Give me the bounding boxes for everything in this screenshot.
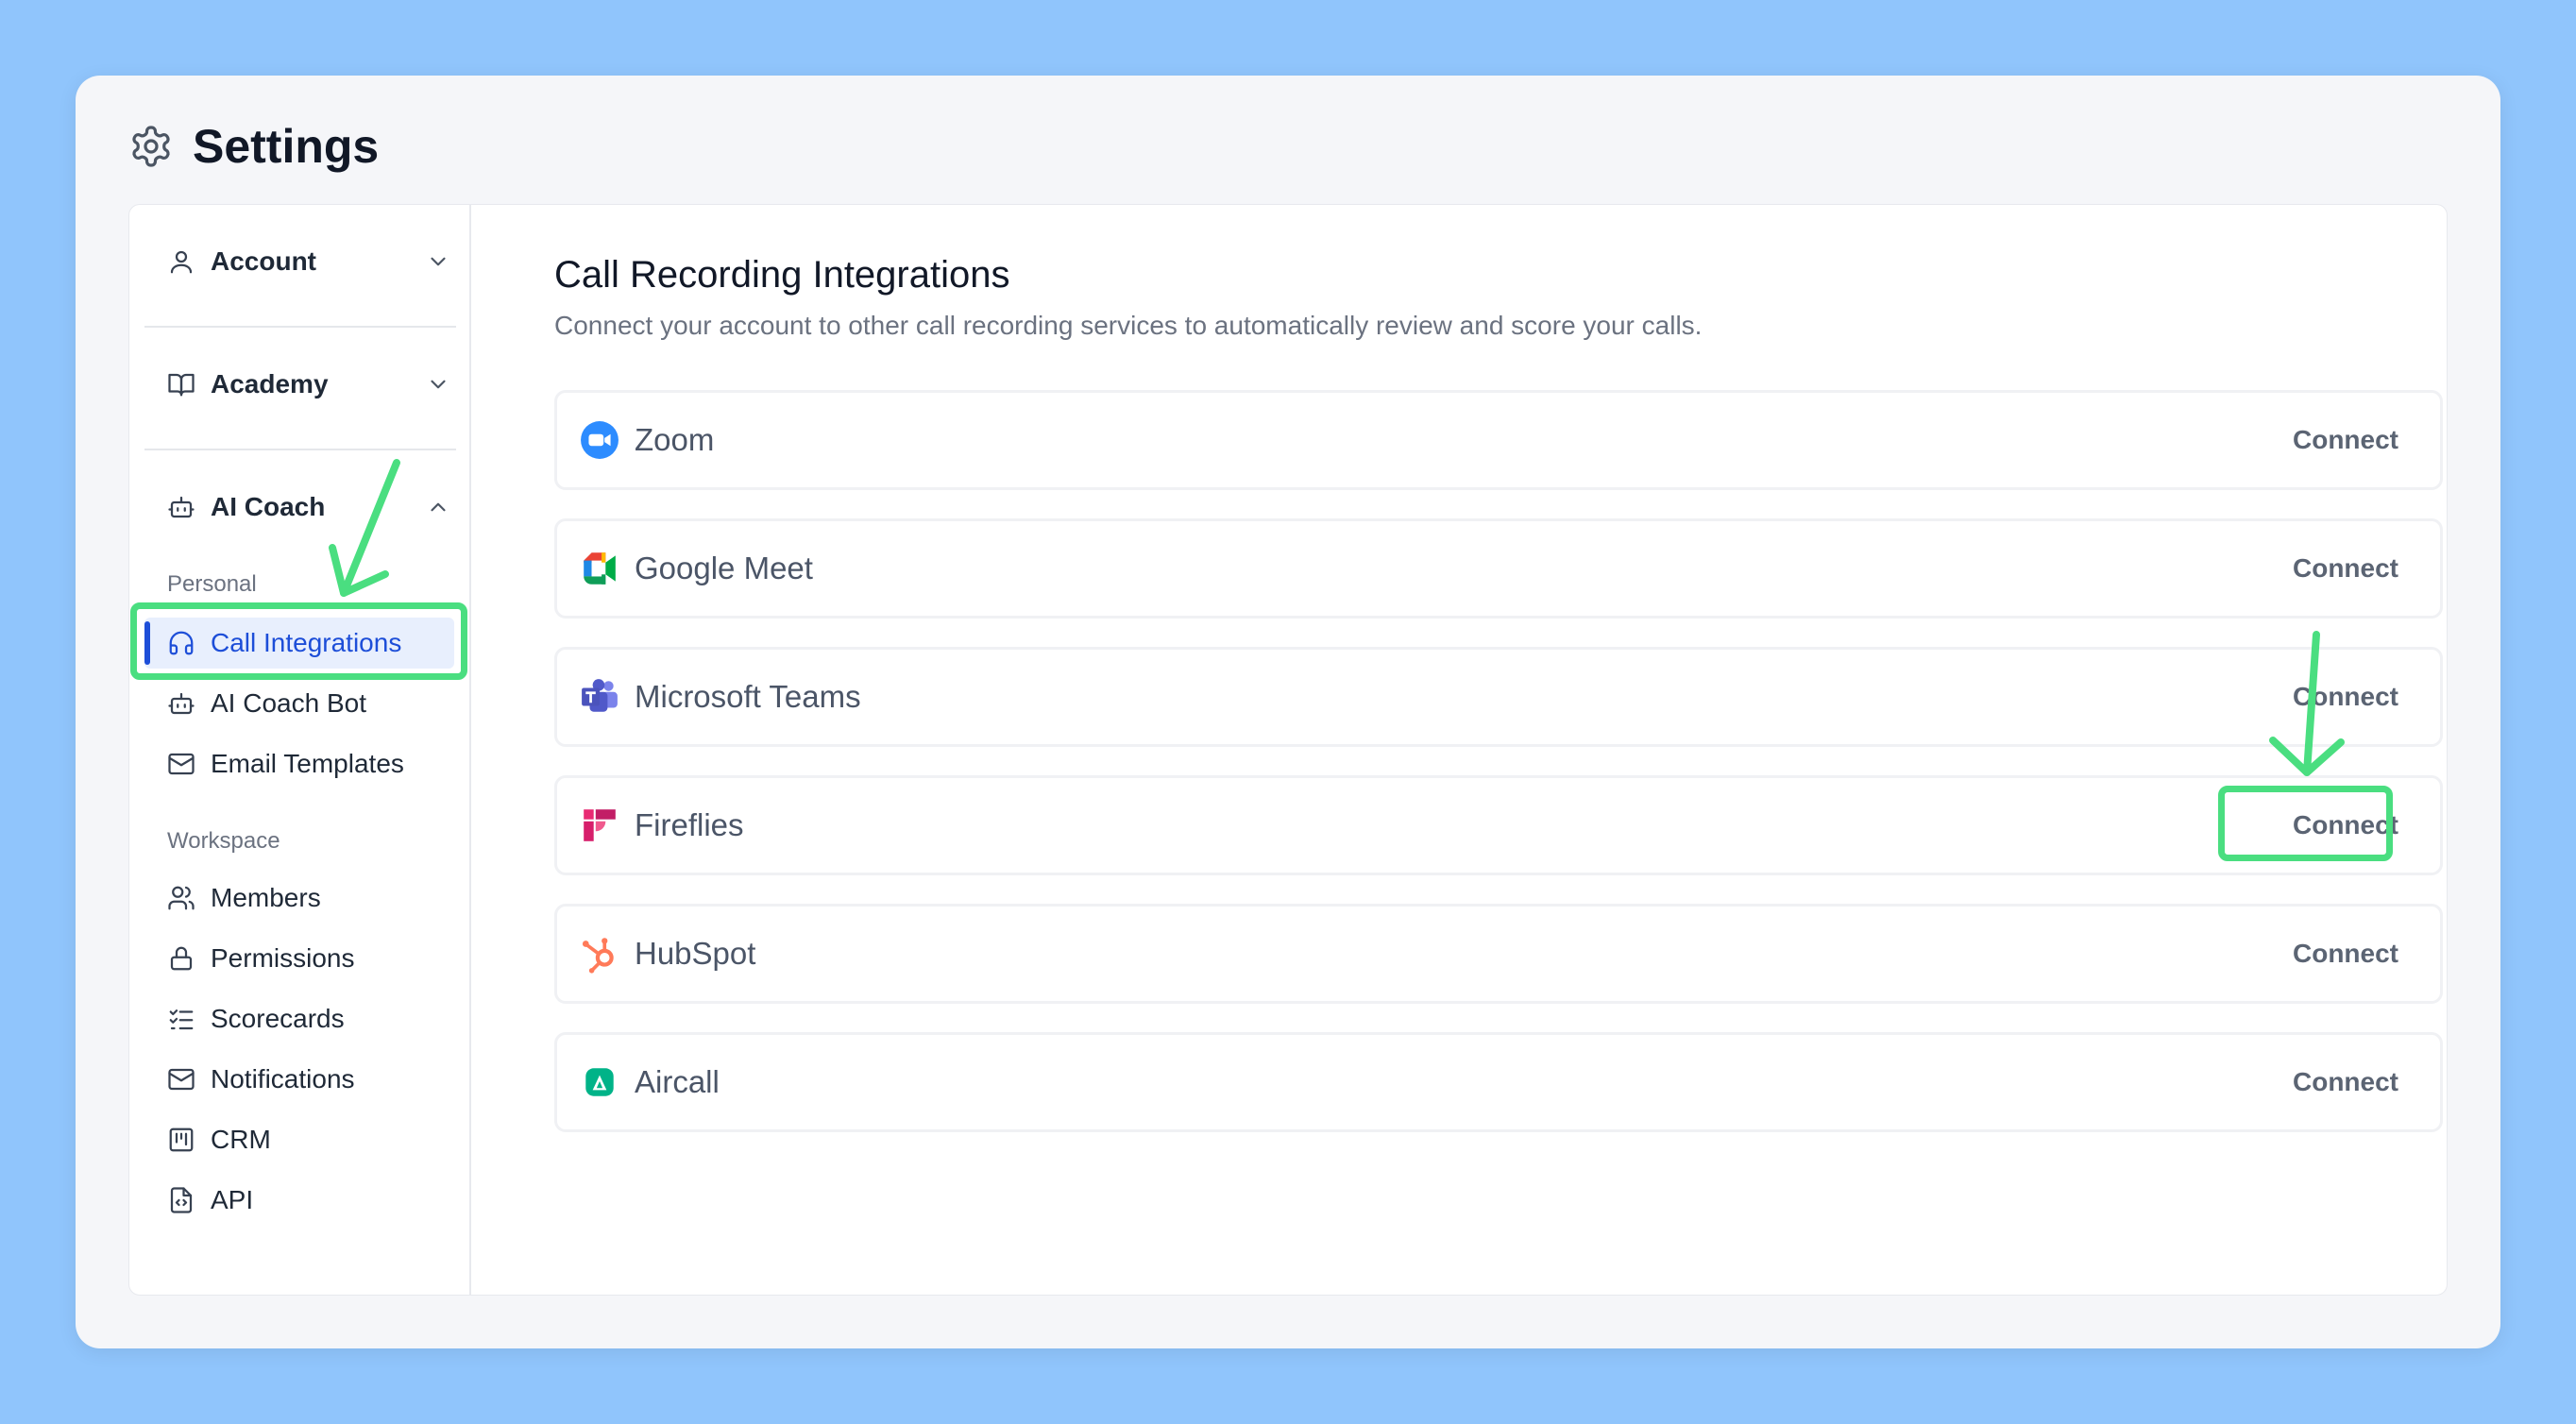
integration-row-microsoft-teams: Microsoft Teams Connect — [554, 647, 2443, 747]
sidebar-item-scorecards[interactable]: Scorecards — [167, 993, 450, 1044]
connect-button-google-meet[interactable]: Connect — [2293, 553, 2398, 584]
sidebar-divider — [144, 449, 456, 450]
integration-row-aircall: Aircall Connect — [554, 1032, 2443, 1132]
group-label-personal: Personal — [167, 571, 257, 597]
sidebar-item-label: Email Templates — [211, 749, 404, 778]
page-title: Settings — [193, 120, 380, 173]
group-label-workspace: Workspace — [167, 828, 280, 854]
aircall-logo-icon — [585, 1068, 614, 1096]
connect-button-hubspot[interactable]: Connect — [2293, 939, 2398, 969]
lock-icon — [170, 946, 193, 971]
file-code-icon — [170, 1187, 193, 1213]
sidebar-divider — [144, 326, 456, 328]
integration-name: HubSpot — [635, 936, 756, 971]
sidebar-item-ai-coach-bot[interactable]: AI Coach Bot — [167, 678, 450, 729]
sidebar-item-crm[interactable]: CRM — [167, 1114, 450, 1165]
integration-row-zoom: Zoom Connect — [554, 390, 2443, 490]
book-icon — [168, 373, 195, 397]
zoom-logo-icon — [581, 421, 619, 459]
microsoft-teams-logo-icon — [582, 679, 618, 712]
checklist-icon — [169, 1009, 194, 1030]
sidebar-section-academy[interactable]: Academy — [167, 369, 450, 399]
section-description: Connect your account to other call recor… — [554, 311, 1703, 340]
sidebar-item-label: Scorecards — [211, 1004, 345, 1033]
sidebar-item-notifications[interactable]: Notifications — [167, 1054, 450, 1105]
sidebar-item-email-templates[interactable]: Email Templates — [167, 738, 450, 789]
sidebar-section-label: Academy — [211, 369, 329, 398]
integration-name: Fireflies — [635, 807, 744, 842]
annotation-arrow-icon — [329, 459, 400, 597]
gear-icon — [132, 126, 170, 167]
sidebar-item-label: AI Coach Bot — [211, 688, 366, 718]
sidebar-item-label: Permissions — [211, 943, 355, 973]
chevron-up-icon — [431, 502, 446, 512]
mail-icon — [168, 1068, 195, 1091]
connect-button-zoom[interactable]: Connect — [2293, 425, 2398, 455]
kanban-icon — [169, 1127, 194, 1152]
integration-name: Google Meet — [635, 551, 813, 585]
section-title: Call Recording Integrations — [554, 254, 1010, 296]
hubspot-logo-icon — [582, 938, 614, 974]
chevron-down-icon — [431, 380, 446, 389]
main-content: Call Recording Integrations Connect your… — [517, 205, 2447, 1295]
bot-icon — [168, 692, 195, 715]
settings-window: Settings Account Academy AI Coach Person… — [76, 76, 2500, 1348]
page-header: Settings — [128, 119, 379, 174]
sidebar-item-permissions[interactable]: Permissions — [167, 933, 450, 984]
sidebar-item-label: Members — [211, 883, 321, 912]
chevron-down-icon — [431, 257, 446, 266]
integration-name: Zoom — [635, 422, 715, 457]
connect-button-aircall[interactable]: Connect — [2293, 1067, 2398, 1097]
sidebar-item-label: CRM — [211, 1125, 271, 1154]
settings-sidebar: Account Academy AI Coach Personal Call I… — [129, 205, 471, 1295]
user-icon — [170, 250, 193, 274]
annotation-arrow-icon — [2269, 631, 2345, 776]
bot-icon — [168, 496, 195, 518]
users-icon — [168, 886, 195, 910]
sidebar-item-api[interactable]: API — [167, 1175, 450, 1226]
integration-name: Aircall — [635, 1064, 720, 1099]
settings-panel: Account Academy AI Coach Personal Call I… — [128, 204, 2448, 1296]
sidebar-section-account[interactable]: Account — [167, 246, 450, 277]
integration-row-hubspot: HubSpot Connect — [554, 904, 2443, 1004]
highlight-box-fireflies-connect — [2218, 786, 2393, 861]
sidebar-item-members[interactable]: Members — [167, 873, 450, 924]
google-meet-logo-icon — [584, 552, 616, 585]
highlight-box-call-integrations — [130, 602, 467, 680]
integration-row-fireflies: Fireflies Connect — [554, 775, 2443, 875]
mail-icon — [168, 753, 195, 775]
integration-name: Microsoft Teams — [635, 679, 861, 714]
sidebar-section-label: Account — [211, 246, 316, 276]
sidebar-item-label: Notifications — [211, 1064, 355, 1093]
fireflies-logo-icon — [584, 809, 616, 841]
integration-row-google-meet: Google Meet Connect — [554, 518, 2443, 619]
sidebar-item-label: API — [211, 1185, 254, 1214]
